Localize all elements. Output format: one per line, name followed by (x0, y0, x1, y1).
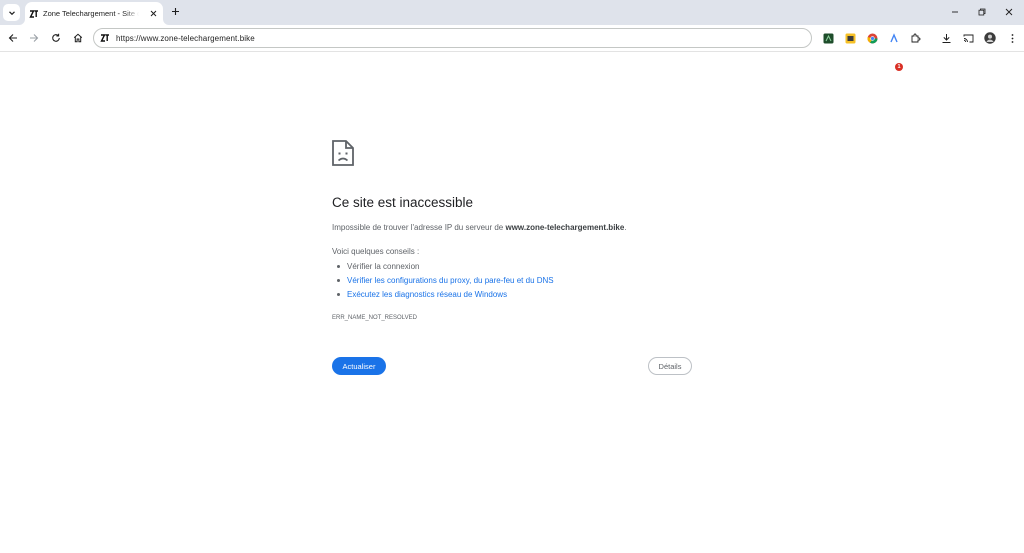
puzzle-icon (911, 33, 920, 42)
restore-icon (978, 8, 986, 16)
plus-icon (172, 8, 179, 15)
restore-button[interactable] (971, 4, 993, 20)
zone-telechargement-favicon (100, 34, 109, 42)
tips-heading: Voici quelques conseils : (332, 247, 420, 256)
arrow-right-icon (30, 34, 39, 42)
extension-chrome-icon-graphic (866, 33, 877, 43)
cast-button[interactable] (961, 31, 975, 45)
error-code: ERR_NAME_NOT_RESOLVED (332, 315, 417, 321)
profile-avatar[interactable] (983, 31, 997, 45)
browser-toolbar: https://www.zone-telechargement.bike 1 (0, 25, 1024, 71)
chevron-down-icon (8, 10, 15, 15)
details-button[interactable]: Détails (648, 357, 692, 375)
home-icon (73, 33, 83, 43)
extension-translate-icon-graphic (889, 32, 898, 42)
home-button[interactable] (70, 30, 86, 46)
reload-icon (52, 33, 60, 42)
minimize-button[interactable] (944, 4, 966, 20)
minimize-icon (952, 11, 958, 13)
chrome-menu-button[interactable] (1005, 31, 1019, 45)
cast-icon (963, 34, 973, 42)
avatar-icon (984, 32, 996, 44)
error-description-prefix: Impossible de trouver l'adresse IP du se… (332, 223, 506, 232)
zone-telechargement-favicon (29, 8, 39, 19)
tip-check-connection: Vérifier la connexion (336, 262, 420, 271)
new-tab-button[interactable] (168, 4, 183, 19)
tab-close-button[interactable] (147, 7, 159, 19)
back-button[interactable] (5, 30, 21, 46)
downloads-button[interactable] (939, 31, 953, 45)
forward-button[interactable] (26, 30, 42, 46)
extension-yellow-icon[interactable] (843, 31, 857, 45)
download-icon (942, 33, 950, 43)
address-bar[interactable]: https://www.zone-telechargement.bike (93, 28, 812, 48)
extension-green-icon[interactable] (821, 31, 835, 45)
more-vert-icon (1011, 33, 1013, 43)
tab-strip: Zone Telechargement - Site de (0, 0, 1024, 25)
tab-search-button[interactable] (3, 4, 20, 21)
reload-page-button[interactable]: Actualiser (332, 357, 386, 375)
error-description: Impossible de trouver l'adresse IP du se… (332, 223, 627, 232)
close-icon (1005, 8, 1013, 16)
arrow-left-icon (8, 34, 17, 42)
url-text: https://www.zone-telechargement.bike (116, 33, 255, 43)
tip-run-diagnostics-link[interactable]: Exécutez les diagnostics réseau de Windo… (336, 290, 507, 299)
tip-check-proxy-link[interactable]: Vérifier les configurations du proxy, du… (337, 276, 554, 285)
close-icon (150, 10, 156, 16)
extension-green-icon-graphic (823, 33, 833, 43)
extension-chrome-icon[interactable] (865, 31, 879, 45)
close-window-button[interactable] (998, 4, 1020, 20)
error-title: Ce site est inaccessible (332, 195, 474, 210)
error-host: www.zone-telechargement.bike (505, 223, 625, 232)
error-description-suffix: . (624, 223, 627, 232)
extension-badge: 1 (895, 63, 903, 71)
tab-title: Zone Telechargement - Site de (43, 9, 139, 18)
extension-yellow-icon-graphic (845, 33, 855, 43)
extension-translate-icon[interactable] (887, 31, 901, 45)
extensions-puzzle-button[interactable] (908, 31, 922, 45)
reload-button[interactable] (48, 30, 64, 46)
sad-page-icon (332, 140, 354, 166)
active-tab[interactable]: Zone Telechargement - Site de (25, 2, 163, 25)
